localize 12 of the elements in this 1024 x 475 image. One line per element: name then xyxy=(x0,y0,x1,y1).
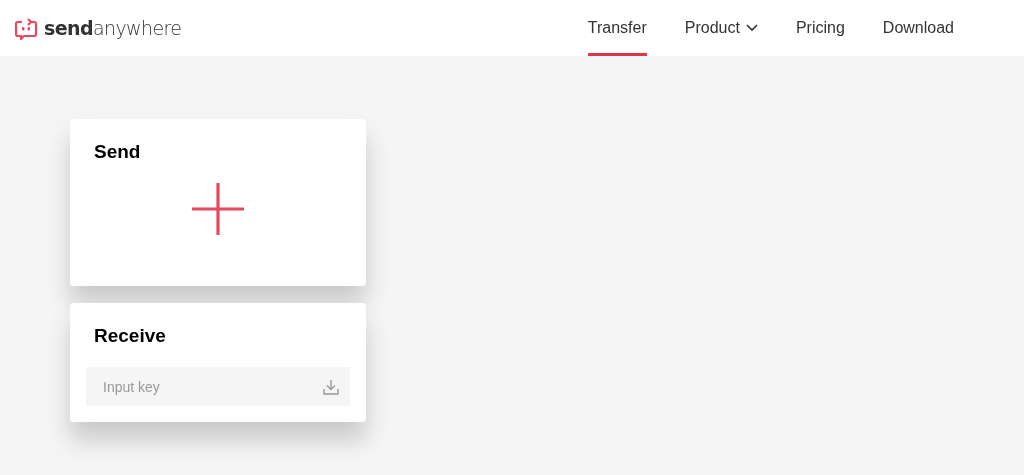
nav-link[interactable]: Transfer xyxy=(587,0,647,56)
download-icon[interactable] xyxy=(322,378,340,396)
key-input-field[interactable]: Input key xyxy=(86,367,350,406)
logo-text: sendanywhere xyxy=(44,17,182,39)
plus-icon[interactable] xyxy=(192,183,244,235)
chevron-down-icon xyxy=(745,24,758,32)
card-title: Send xyxy=(94,141,142,163)
logo-icon xyxy=(14,16,38,40)
nav-link[interactable]: Product xyxy=(684,0,758,56)
card-title: Receive xyxy=(94,325,167,347)
nav-link[interactable]: Pricing xyxy=(795,0,845,56)
nav-link[interactable]: Download xyxy=(882,0,954,56)
